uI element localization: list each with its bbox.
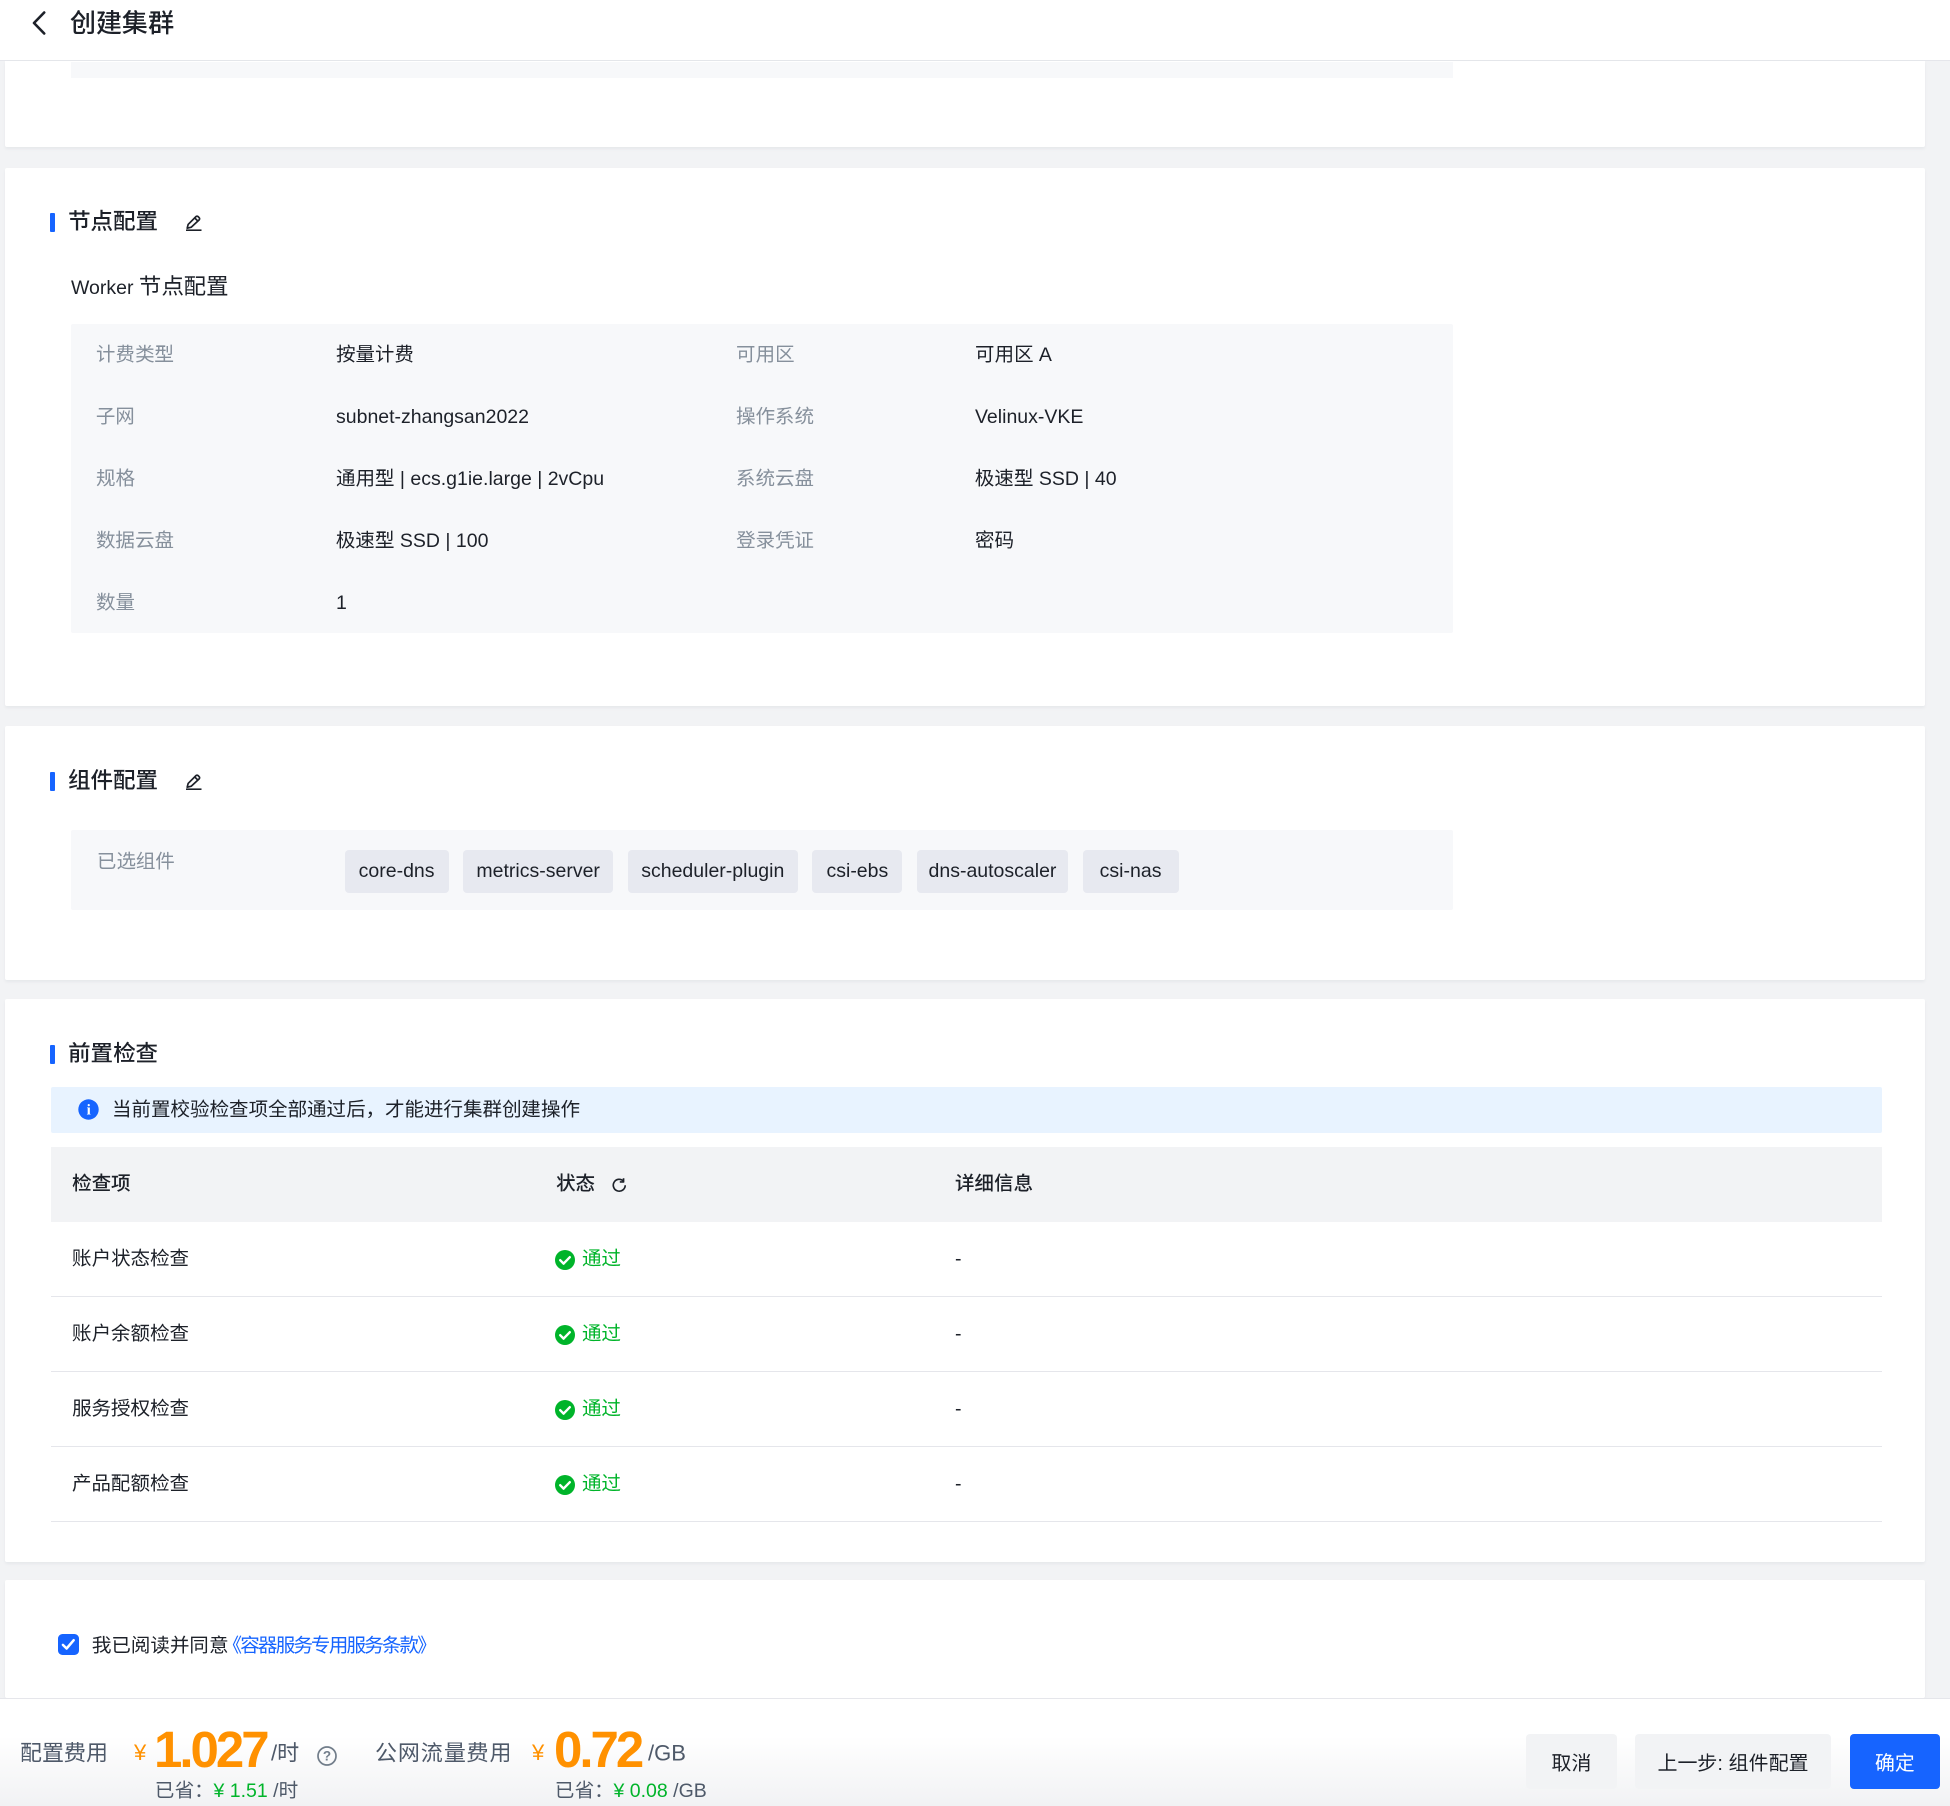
- svg-text:?: ?: [322, 1748, 330, 1763]
- svg-text:i: i: [87, 1103, 91, 1119]
